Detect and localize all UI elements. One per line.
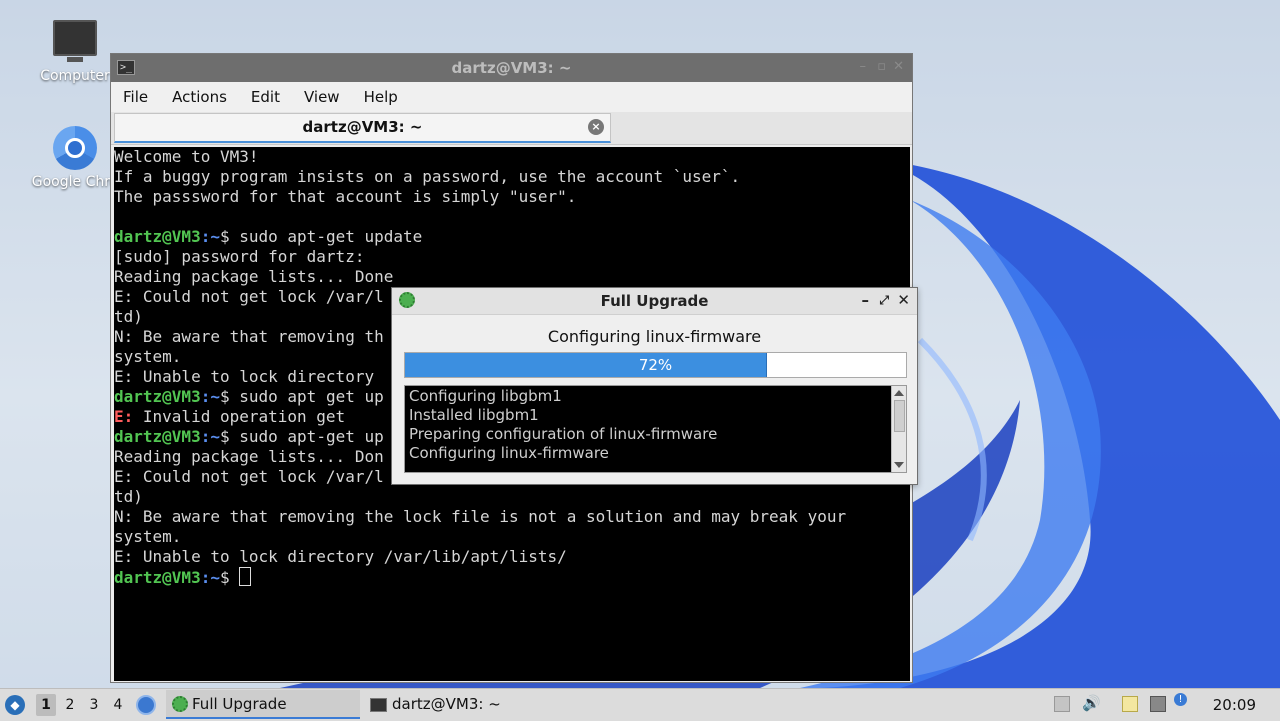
menu-help[interactable]: Help <box>352 88 410 106</box>
log-scrollbar[interactable] <box>891 386 906 472</box>
log-line: Installed libgbm1 <box>409 406 539 424</box>
tab-close-icon[interactable]: × <box>588 119 604 135</box>
error-prefix: E: <box>114 407 134 426</box>
command-text: $ sudo apt-get up <box>219 427 384 446</box>
workspace-2[interactable]: 2 <box>60 694 80 716</box>
desktop-icon-label: Google Chro <box>31 174 119 190</box>
desktop-icon-label: Computer <box>40 68 110 84</box>
update-notifier-icon[interactable]: ! <box>1174 693 1187 706</box>
prompt-user: dartz@VM3 <box>114 387 201 406</box>
workspace-3[interactable]: 3 <box>84 694 104 716</box>
taskbar: ◆ 1 2 3 4 Full Upgrade dartz@VM3: ~ 🔊 ! … <box>0 688 1280 721</box>
terminal-titlebar[interactable]: >_ dartz@VM3: ~ – ▫ ✕ <box>111 54 912 82</box>
maximize-icon[interactable]: ⤢ <box>879 293 889 308</box>
maximize-icon[interactable]: ▫ <box>877 59 886 74</box>
close-icon[interactable]: ✕ <box>897 291 910 309</box>
minimize-icon[interactable]: – <box>862 291 870 309</box>
terminal-line: td) <box>114 487 143 506</box>
workspace-1[interactable]: 1 <box>36 694 56 716</box>
prompt-path: ~ <box>210 427 220 446</box>
scroll-up-icon[interactable] <box>894 390 904 396</box>
network-icon[interactable] <box>1150 696 1166 712</box>
task-terminal[interactable]: dartz@VM3: ~ <box>366 690 566 719</box>
menu-actions[interactable]: Actions <box>160 88 239 106</box>
terminal-line: dartz@VM3:~$ sudo apt-get update <box>114 227 910 247</box>
scroll-thumb[interactable] <box>894 400 905 432</box>
dialog-titlebar[interactable]: Full Upgrade – ⤢ ✕ <box>392 288 917 315</box>
terminal-tab[interactable]: dartz@VM3: ~ × <box>114 113 611 143</box>
terminal-line: system. <box>114 527 182 546</box>
progress-label: 72% <box>638 356 673 374</box>
error-text: Invalid operation get <box>133 407 346 426</box>
command-text: $ <box>219 568 240 587</box>
terminal-line: dartz@VM3:~$ <box>114 567 910 587</box>
browser-launcher-icon[interactable] <box>136 695 156 715</box>
chrome-icon <box>53 126 97 170</box>
terminal-menubar: File Actions Edit View Help <box>111 82 912 112</box>
terminal-line: Reading package lists... Done <box>114 267 394 286</box>
task-full-upgrade[interactable]: Full Upgrade <box>166 690 360 719</box>
menu-edit[interactable]: Edit <box>239 88 292 106</box>
task-label: Full Upgrade <box>192 695 287 713</box>
prompt-separator: : <box>200 427 211 446</box>
dialog-title: Full Upgrade <box>600 292 709 310</box>
workspace-4[interactable]: 4 <box>108 694 128 716</box>
volume-icon[interactable]: 🔊 <box>1082 694 1101 712</box>
gear-icon <box>172 696 188 712</box>
log-lines: Configuring libgbm1 Installed libgbm1 Prep… <box>409 387 890 463</box>
terminal-cursor <box>239 567 252 586</box>
menu-view[interactable]: View <box>292 88 352 106</box>
prompt-user: dartz@VM3 <box>114 227 201 246</box>
terminal-icon <box>370 698 387 712</box>
log-line: Preparing configuration of linux-firmwar… <box>409 425 718 443</box>
terminal-tab-label: dartz@VM3: ~ <box>302 118 423 136</box>
terminal-line: N: Be aware that removing the lock file … <box>114 507 847 526</box>
prompt-separator: : <box>200 387 211 406</box>
terminal-line: The passsword for that account is simply… <box>114 187 577 206</box>
command-text: $ sudo apt-get update <box>219 227 423 246</box>
terminal-line: [sudo] password for dartz: <box>114 247 365 266</box>
prompt-path: ~ <box>210 227 220 246</box>
dialog-message: Configuring linux-firmware <box>547 327 762 346</box>
log-line: Configuring linux-firmware <box>409 444 609 462</box>
tray-expand-icon[interactable] <box>1054 696 1070 712</box>
desktop-icon-computer[interactable]: Computer <box>30 20 120 84</box>
terminal-line: Welcome to VM3! <box>114 147 259 166</box>
minimize-icon[interactable]: – <box>860 59 867 74</box>
full-upgrade-dialog[interactable]: Full Upgrade – ⤢ ✕ Configuring linux-fir… <box>391 287 918 485</box>
terminal-tabbar: dartz@VM3: ~ × <box>111 112 912 145</box>
log-line: Configuring libgbm1 <box>409 387 562 405</box>
start-menu-icon[interactable]: ◆ <box>5 695 25 715</box>
prompt-separator: : <box>200 227 211 246</box>
prompt-user: dartz@VM3 <box>114 568 201 587</box>
terminal-line: E: Unable to lock directory /var/lib/apt… <box>114 547 567 566</box>
prompt-separator: : <box>200 568 211 587</box>
task-label: dartz@VM3: ~ <box>392 695 501 713</box>
progress-bar: 72% <box>404 352 907 378</box>
prompt-user: dartz@VM3 <box>114 427 201 446</box>
menu-file[interactable]: File <box>111 88 160 106</box>
prompt-path: ~ <box>210 568 220 587</box>
terminal-line: If a buggy program insists on a password… <box>114 167 741 186</box>
clock: 20:09 <box>1212 696 1256 714</box>
clipboard-icon[interactable] <box>1122 696 1138 712</box>
progress-log[interactable]: Configuring libgbm1 Installed libgbm1 Prep… <box>404 385 907 473</box>
computer-icon <box>53 20 97 62</box>
scroll-down-icon[interactable] <box>894 462 904 468</box>
terminal-title: dartz@VM3: ~ <box>451 59 572 77</box>
desktop-icon-chrome[interactable]: Google Chro <box>30 126 120 190</box>
prompt-path: ~ <box>210 387 220 406</box>
command-text: $ sudo apt get up <box>219 387 384 406</box>
close-icon[interactable]: ✕ <box>893 59 904 74</box>
